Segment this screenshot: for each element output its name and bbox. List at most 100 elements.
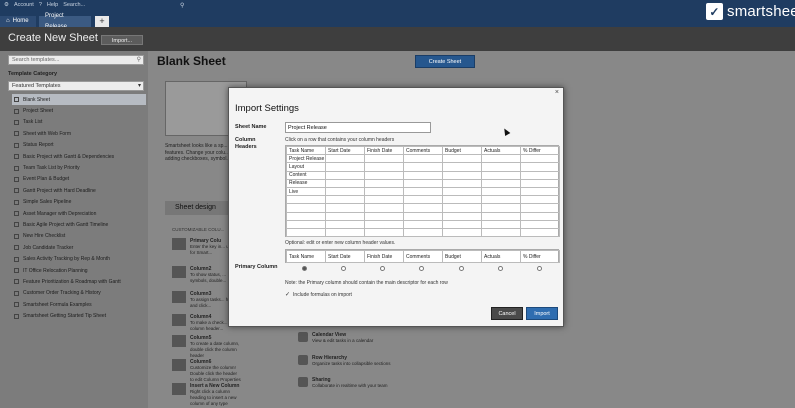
tab-home[interactable]: ⌂ Home xyxy=(0,16,36,27)
template-item-label: Basic Agile Project with Gantt Timeline xyxy=(23,221,109,228)
import-preview-grid[interactable]: Task Name Start Date Finish Date Comments Bu… xyxy=(285,145,560,238)
header-value-input[interactable]: % Differ xyxy=(520,250,560,263)
sheet-name-input[interactable]: Project Release xyxy=(285,122,431,133)
help-link[interactable]: Help xyxy=(47,2,58,8)
template-item-blank-sheet[interactable]: Blank Sheet xyxy=(12,94,146,106)
grid-row[interactable] xyxy=(286,219,560,229)
template-item[interactable]: IT Office Relocation Planning xyxy=(12,265,146,276)
checkmark-icon[interactable]: ✓ xyxy=(285,291,290,298)
template-item[interactable]: Event Plan & Budget xyxy=(12,174,146,185)
grid-cell xyxy=(442,219,482,229)
primary-radio-cell xyxy=(324,264,363,272)
grid-row[interactable]: Layout xyxy=(286,162,560,172)
primary-radio-cell xyxy=(285,264,324,272)
template-item[interactable]: Team Task List by Priority xyxy=(12,162,146,173)
category-select[interactable]: Featured Templates ▾ xyxy=(8,81,144,91)
calendar-icon xyxy=(172,335,186,347)
primary-column-radio[interactable] xyxy=(536,265,542,271)
grid-row[interactable] xyxy=(286,211,560,221)
grid-cell xyxy=(520,162,560,172)
template-item[interactable]: Basic Project with Gantt & Dependencies xyxy=(12,151,146,162)
primary-column-radio[interactable] xyxy=(419,265,425,271)
template-item[interactable]: Basic Agile Project with Gantt Timeline xyxy=(12,219,146,230)
grid-column-header[interactable]: % Differ xyxy=(520,145,560,156)
grid-cell xyxy=(520,195,560,205)
template-item-label: Status Report xyxy=(23,142,54,149)
grid-cell: Live xyxy=(286,186,326,197)
grid-cell xyxy=(442,195,482,205)
primary-column-radio[interactable] xyxy=(341,265,347,271)
header-value-input[interactable]: Budget xyxy=(442,250,482,263)
primary-column-radio[interactable] xyxy=(302,265,308,271)
grid-cell: Content xyxy=(286,170,326,180)
template-item[interactable]: Feature Prioritization & Roadmap with Ga… xyxy=(12,276,146,287)
template-item[interactable]: Simple Sales Pipeline xyxy=(12,197,146,208)
grid-row[interactable] xyxy=(286,227,560,238)
template-item[interactable]: Smartsheet Formula Examples xyxy=(12,299,146,310)
template-item[interactable]: Project Sheet xyxy=(12,105,146,116)
account-link[interactable]: Account xyxy=(14,2,34,8)
help-icon[interactable]: ? xyxy=(39,2,42,8)
template-item[interactable]: Gantt Project with Hard Deadline xyxy=(12,185,146,196)
grid-cell xyxy=(403,154,443,164)
grid-cell xyxy=(325,170,365,180)
template-item[interactable]: New Hire Checklist xyxy=(12,231,146,242)
template-item[interactable]: Sheet with Web Form xyxy=(12,128,146,139)
grid-column-header[interactable]: Budget xyxy=(442,145,482,156)
include-formulas-option[interactable]: ✓ Include formulas on import xyxy=(285,291,352,299)
template-item[interactable]: Customer Order Tracking & History xyxy=(12,288,146,299)
import-confirm-button[interactable]: Import xyxy=(526,307,558,320)
primary-radio-cell xyxy=(402,264,441,272)
grid-row[interactable] xyxy=(286,203,560,213)
search-icon[interactable]: ⚲ xyxy=(180,2,184,9)
header-value-input[interactable]: Finish Date xyxy=(364,250,404,263)
grid-column-header[interactable]: Start Date xyxy=(325,145,365,156)
edit-header-hint: Optional: edit or enter new column heade… xyxy=(285,240,396,246)
grid-row[interactable]: Live xyxy=(286,186,560,197)
grid-cell xyxy=(403,195,443,205)
cancel-button[interactable]: Cancel xyxy=(491,307,523,320)
grid-cell xyxy=(442,211,482,221)
grid-column-header[interactable]: Comments xyxy=(403,145,443,156)
primary-column-radio[interactable] xyxy=(380,265,386,271)
grid-cell xyxy=(403,211,443,221)
search-input[interactable]: Search... xyxy=(63,2,85,8)
feature-text: Right click a column heading to insert a… xyxy=(190,389,237,406)
tab-project-release[interactable]: Project Release xyxy=(39,13,91,30)
grid-cell xyxy=(286,195,326,205)
close-icon[interactable]: × xyxy=(555,89,559,96)
template-item[interactable]: Asset Manager with Depreciation xyxy=(12,208,146,219)
template-item[interactable]: Sales Activity Tracking by Rep & Month xyxy=(12,253,146,264)
add-tab-button[interactable]: + xyxy=(95,16,109,27)
import-settings-dialog: × Import Settings Sheet Name Project Rel… xyxy=(228,87,564,327)
import-button[interactable]: Import... xyxy=(101,35,143,45)
grid-cell xyxy=(364,170,404,180)
header-value-input[interactable]: Start Date xyxy=(325,250,365,263)
template-search-input[interactable]: Search templates... ⚲ xyxy=(8,55,144,65)
grid-row[interactable]: Project Release xyxy=(286,154,560,164)
grid-cell xyxy=(286,211,326,221)
grid-column-header[interactable]: Task Name xyxy=(286,145,326,156)
header-value-input[interactable]: Comments xyxy=(403,250,443,263)
create-sheet-button[interactable]: Create Sheet xyxy=(415,55,475,68)
grid-cell xyxy=(364,211,404,221)
grid-row[interactable]: Content xyxy=(286,170,560,180)
grid-row[interactable] xyxy=(286,195,560,205)
template-item[interactable]: Status Report xyxy=(12,140,146,151)
primary-column-radio[interactable] xyxy=(458,265,464,271)
template-item[interactable]: Task List xyxy=(12,117,146,128)
gear-icon[interactable]: ⚙ xyxy=(4,2,9,8)
template-item[interactable]: Job Candidate Tracker xyxy=(12,242,146,253)
grid-row[interactable]: Release xyxy=(286,178,560,188)
search-icon[interactable]: ⚲ xyxy=(137,56,141,65)
sheet-icon xyxy=(14,313,19,319)
header-value-input[interactable]: Actuals xyxy=(481,250,521,263)
template-item-label: Smartsheet Getting Started Tip Sheet xyxy=(23,313,107,320)
logo-check-icon: ✓ xyxy=(706,3,723,20)
header-value-input[interactable]: Task Name xyxy=(286,250,326,263)
template-item[interactable]: Smartsheet Getting Started Tip Sheet xyxy=(12,310,146,321)
grid-column-header[interactable]: Finish Date xyxy=(364,145,404,156)
grid-column-header[interactable]: Actuals xyxy=(481,145,521,156)
column-headers-label: Column Headers xyxy=(235,137,257,150)
primary-column-radio[interactable] xyxy=(497,265,503,271)
